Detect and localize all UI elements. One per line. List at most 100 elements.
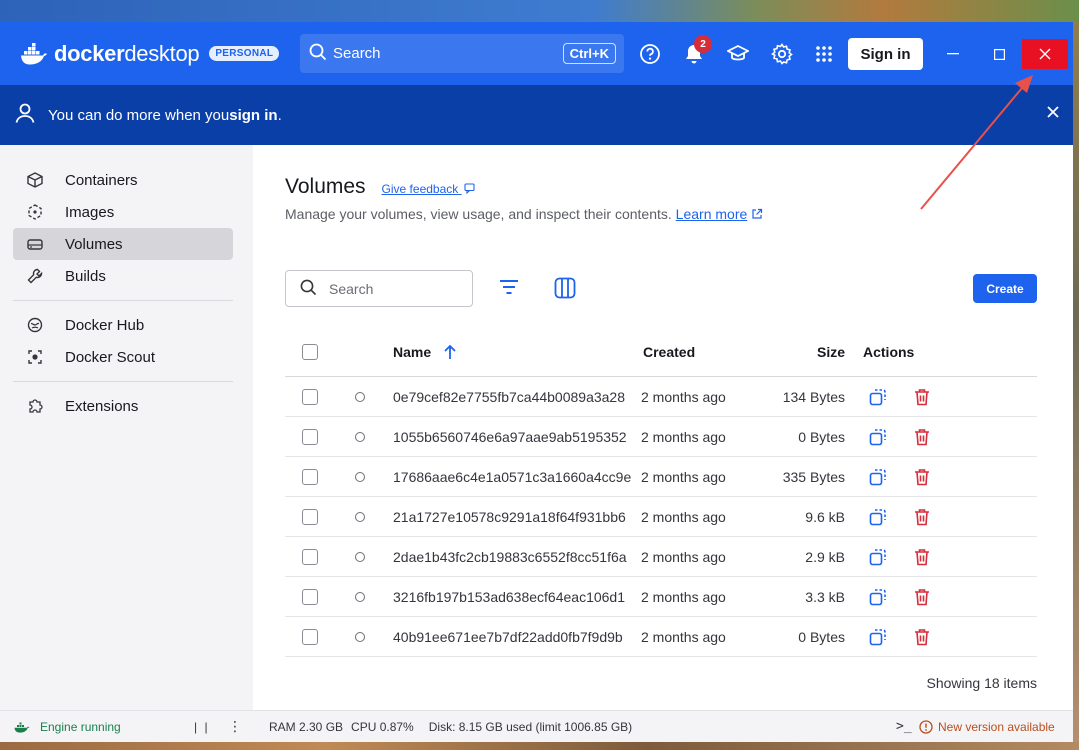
volume-name[interactable]: 1055b6560746e6a97aae9ab5195352 [393, 429, 633, 445]
volumes-toolbar: Search Create [285, 270, 1037, 308]
maximize-window-button[interactable] [976, 39, 1022, 69]
sort-ascending-icon [444, 344, 456, 359]
size-column-header[interactable]: Size [817, 344, 845, 360]
desktop-wallpaper-right [1073, 22, 1079, 750]
actions-column-header: Actions [863, 343, 915, 360]
table-row[interactable]: 2dae1b43fc2cb19883c6552f8cc51f6a 2 months… [285, 537, 1037, 577]
in-use-status-icon [355, 391, 365, 402]
notifications-bell-icon[interactable]: 2 [682, 35, 712, 66]
table-row[interactable]: 17686aae6c4e1a0571c3a1660a4cc9e 2 months … [285, 457, 1037, 497]
disk-usage: Disk: 8.15 GB used (limit 1006.85 GB) [428, 719, 633, 734]
volumes-table: Name Created Size Actions 0e79cef82e7755… [285, 327, 1037, 657]
columns-icon[interactable] [554, 277, 576, 304]
engine-status-label: Engine running [40, 719, 121, 734]
search-placeholder: Search [329, 280, 374, 297]
pause-engine-button[interactable]: | | [194, 720, 210, 734]
delete-volume-icon[interactable] [914, 588, 930, 609]
table-row[interactable]: 21a1727e10578c9291a18f64f931bb6 2 months … [285, 497, 1037, 537]
sidebar-item-label: Builds [65, 267, 106, 285]
clone-volume-icon[interactable] [869, 548, 887, 569]
in-use-status-icon [355, 431, 365, 442]
filter-icon[interactable] [499, 278, 519, 301]
name-column-header[interactable]: Name [393, 344, 633, 360]
sidebar: Containers Images Volumes Builds Docker … [0, 145, 253, 710]
volume-name[interactable]: 40b91ee671ee7b7df22add0fb7f9d9b [393, 629, 633, 645]
minimize-window-button[interactable] [930, 39, 976, 69]
desktop-wallpaper-bottom [0, 742, 1079, 750]
volume-name[interactable]: 2dae1b43fc2cb19883c6552f8cc51f6a [393, 549, 633, 565]
global-search-input[interactable]: Search Ctrl+K [300, 34, 624, 73]
delete-volume-icon[interactable] [914, 468, 930, 489]
volume-size: 0 Bytes [798, 628, 845, 645]
sidebar-item-docker-scout[interactable]: Docker Scout [13, 341, 233, 373]
desktop-wallpaper-top [0, 0, 1079, 22]
row-checkbox[interactable] [302, 428, 318, 445]
volume-size: 0 Bytes [798, 428, 845, 445]
user-icon [14, 102, 36, 128]
clone-volume-icon[interactable] [869, 508, 887, 529]
sign-in-button[interactable]: Sign in [848, 38, 923, 70]
sidebar-item-extensions[interactable]: Extensions [13, 390, 233, 422]
terminal-icon[interactable]: >_ [896, 719, 912, 734]
sidebar-item-builds[interactable]: Builds [13, 260, 233, 292]
search-icon [309, 43, 327, 65]
table-row[interactable]: 1055b6560746e6a97aae9ab5195352 2 months a… [285, 417, 1037, 457]
table-row[interactable]: 0e79cef82e7755fb7ca44b0089a3a28 2 months … [285, 377, 1037, 417]
cpu-usage: CPU 0.87% [351, 719, 414, 734]
sidebar-item-label: Docker Hub [65, 316, 145, 334]
delete-volume-icon[interactable] [914, 388, 930, 409]
table-row[interactable]: 3216fb197b153ad638ecf64eac106d1 2 months … [285, 577, 1037, 617]
sidebar-item-label: Volumes [65, 235, 123, 253]
in-use-status-icon [355, 511, 365, 522]
table-row[interactable]: 40b91ee671ee7b7df22add0fb7f9d9b 2 months … [285, 617, 1037, 657]
create-volume-button[interactable]: Create [973, 274, 1037, 303]
sidebar-item-label: Images [65, 203, 115, 221]
apps-grid-icon[interactable] [812, 42, 836, 66]
volume-created: 2 months ago [641, 508, 726, 525]
sidebar-item-label: Extensions [65, 397, 139, 415]
sidebar-item-volumes[interactable]: Volumes [13, 228, 233, 260]
volume-created: 2 months ago [641, 388, 726, 405]
delete-volume-icon[interactable] [914, 428, 930, 449]
row-checkbox[interactable] [302, 508, 318, 525]
clone-volume-icon[interactable] [869, 588, 887, 609]
search-shortcut: Ctrl+K [562, 43, 616, 64]
banner-sign-in-link[interactable]: sign in [229, 107, 277, 124]
help-icon[interactable] [638, 42, 662, 66]
volumes-search-input[interactable]: Search [285, 270, 473, 307]
row-checkbox[interactable] [302, 588, 318, 605]
volume-size: 9.6 kB [805, 508, 845, 525]
clone-volume-icon[interactable] [869, 628, 887, 649]
volume-name[interactable]: 0e79cef82e7755fb7ca44b0089a3a28 [393, 389, 633, 405]
volume-name[interactable]: 3216fb197b153ad638ecf64eac106d1 [393, 589, 633, 605]
whale-icon [14, 722, 30, 733]
delete-volume-icon[interactable] [914, 628, 930, 649]
sidebar-item-containers[interactable]: Containers [13, 164, 233, 196]
row-checkbox[interactable] [302, 388, 318, 405]
clone-volume-icon[interactable] [869, 468, 887, 489]
select-all-checkbox[interactable] [302, 343, 318, 360]
row-checkbox[interactable] [302, 628, 318, 645]
volume-name[interactable]: 21a1727e10578c9291a18f64f931bb6 [393, 509, 633, 525]
annotation-arrow [920, 75, 1033, 210]
settings-gear-icon[interactable] [770, 42, 794, 66]
give-feedback-link[interactable]: Give feedback [382, 182, 476, 196]
close-window-button[interactable] [1022, 39, 1068, 69]
row-checkbox[interactable] [302, 548, 318, 565]
clone-volume-icon[interactable] [869, 388, 887, 409]
volume-name[interactable]: 17686aae6c4e1a0571c3a1660a4cc9e [393, 469, 633, 485]
new-version-notice[interactable]: New version available [919, 720, 1055, 734]
sidebar-item-images[interactable]: Images [13, 196, 233, 228]
more-options-icon[interactable]: ⋮ [228, 718, 242, 735]
status-bar: Engine running | | ⋮ RAM 2.30 GB CPU 0.8… [0, 710, 1073, 742]
banner-close-icon[interactable] [1047, 105, 1059, 122]
clone-volume-icon[interactable] [869, 428, 887, 449]
row-checkbox[interactable] [302, 468, 318, 485]
delete-volume-icon[interactable] [914, 508, 930, 529]
learn-more-link[interactable]: Learn more [676, 206, 748, 222]
learning-center-icon[interactable] [726, 42, 750, 66]
sidebar-item-docker-hub[interactable]: Docker Hub [13, 309, 233, 341]
created-column-header[interactable]: Created [643, 344, 695, 360]
engine-status[interactable]: Engine running [14, 720, 121, 734]
delete-volume-icon[interactable] [914, 548, 930, 569]
